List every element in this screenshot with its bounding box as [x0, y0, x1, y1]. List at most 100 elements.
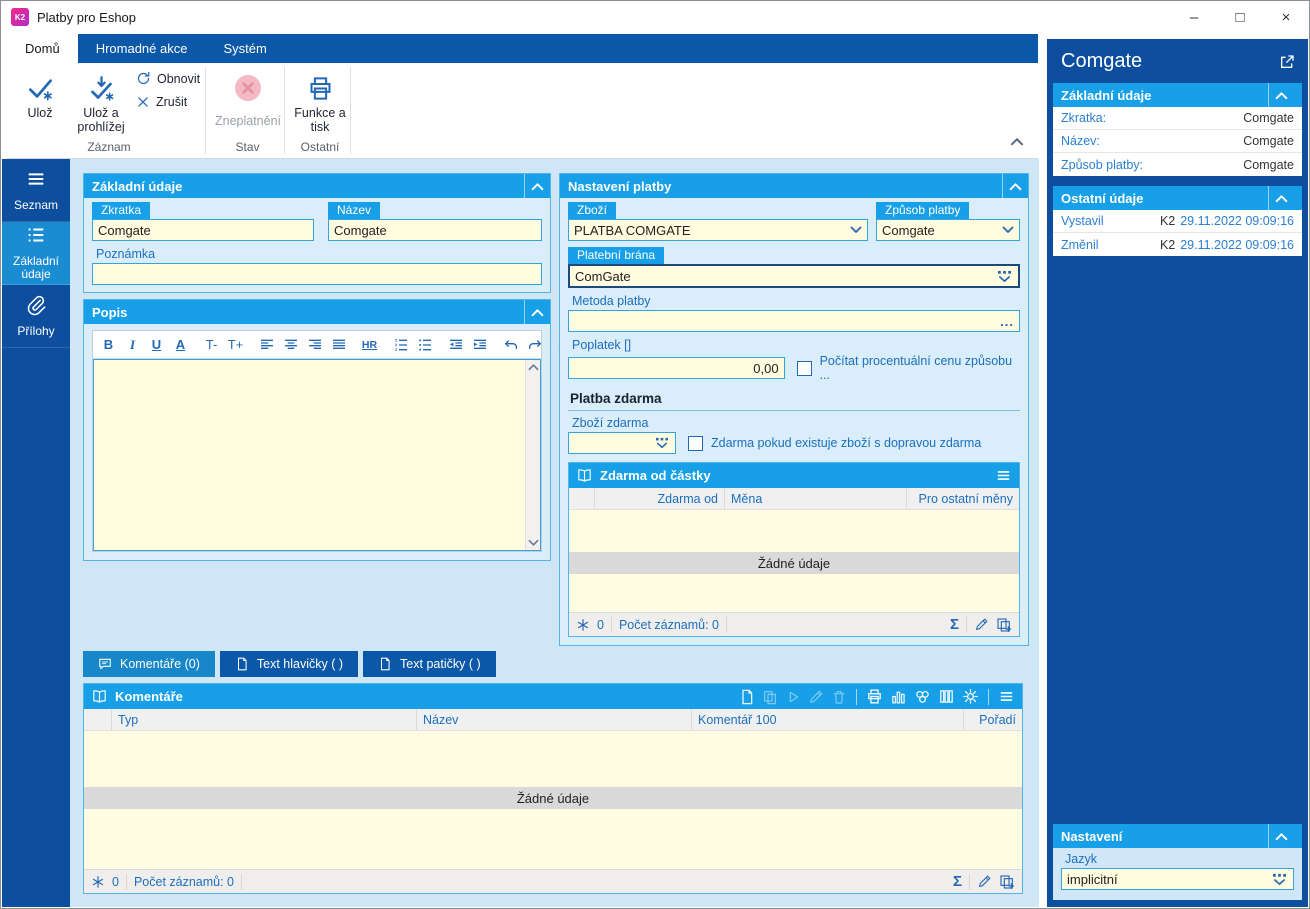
column-header-zdarma-od[interactable]: Zdarma od: [595, 488, 725, 509]
platebni-brana-dropdown[interactable]: ComGate: [568, 264, 1020, 288]
collapse-panel-button[interactable]: [524, 300, 550, 324]
delete-trash-icon[interactable]: [831, 689, 847, 705]
jazyk-dropdown[interactable]: implicitní: [1061, 868, 1294, 890]
unordered-list-icon[interactable]: [413, 334, 436, 356]
redo-icon[interactable]: [523, 334, 546, 356]
columns-icon[interactable]: [938, 688, 955, 705]
checkbox[interactable]: [796, 360, 812, 376]
grid-title: Komentáře: [115, 689, 183, 704]
save-button[interactable]: Ulož: [13, 65, 67, 139]
ordered-list-icon[interactable]: [389, 334, 412, 356]
collapse-section-button[interactable]: [1268, 824, 1294, 848]
checkbox[interactable]: [688, 435, 703, 451]
sum-button[interactable]: Σ: [953, 873, 962, 890]
column-header-poradi[interactable]: Pořadí: [964, 709, 1022, 730]
print-icon[interactable]: [866, 688, 883, 705]
ribbon-tab-domu[interactable]: Domů: [7, 34, 78, 63]
book-icon: [91, 688, 108, 705]
save-and-view-button[interactable]: Ulož a prohlížej: [69, 65, 133, 139]
align-center-icon[interactable]: [279, 334, 302, 356]
percent-price-checkbox-row[interactable]: Počítat procentuální cenu způsobu ...: [796, 354, 1020, 382]
zbozi-zdarma-dropdown[interactable]: [568, 432, 676, 454]
run-icon[interactable]: [785, 689, 801, 705]
ribbon-tab-hromadne-akce[interactable]: Hromadné akce: [78, 34, 206, 63]
chart-icon[interactable]: [890, 688, 907, 705]
edit-pencil-icon[interactable]: [977, 874, 992, 889]
tab-komentare[interactable]: Komentáře (0): [83, 651, 215, 677]
copy-add-icon[interactable]: [996, 617, 1012, 633]
bold-button[interactable]: B: [97, 334, 120, 356]
tab-text-paticky[interactable]: Text patičky ( ): [363, 651, 496, 677]
sidebar-item-seznam[interactable]: Seznam: [2, 159, 70, 222]
refresh-button[interactable]: Obnovit: [136, 71, 200, 86]
description-textarea[interactable]: [93, 359, 541, 551]
grid-menu-icon[interactable]: [998, 688, 1015, 705]
paperclip-icon: [25, 294, 47, 320]
collapse-section-button[interactable]: [1268, 83, 1294, 107]
invalidate-button[interactable]: Zneplatnění: [211, 65, 285, 139]
open-external-icon[interactable]: [1279, 54, 1295, 70]
cancel-button[interactable]: Zrušit: [136, 95, 187, 109]
related-records-icon[interactable]: [914, 688, 931, 705]
column-header-pro-ostatni-meny[interactable]: Pro ostatní měny: [907, 488, 1019, 509]
selector-column-header[interactable]: [84, 709, 112, 730]
collapse-panel-button[interactable]: [524, 174, 550, 198]
column-header-typ[interactable]: Typ: [112, 709, 417, 730]
copy-record-icon[interactable]: [762, 689, 778, 705]
italic-button[interactable]: I: [121, 334, 144, 356]
free-shipping-checkbox-row[interactable]: Zdarma pokud existuje zboží s dopravou z…: [688, 435, 981, 451]
align-right-icon[interactable]: [303, 334, 326, 356]
column-header-komentar[interactable]: Komentář 100: [692, 709, 964, 730]
zpusob-platby-dropdown[interactable]: Comgate: [876, 219, 1020, 241]
metoda-platby-field[interactable]: ...: [568, 310, 1020, 332]
group-label-ostatni: Ostatní: [300, 140, 340, 154]
new-record-icon[interactable]: [739, 689, 755, 705]
grid-body[interactable]: Žádné údaje: [569, 510, 1019, 612]
column-header-nazev[interactable]: Název: [417, 709, 692, 730]
detail-list-icon: [25, 224, 47, 250]
edit-pencil-icon[interactable]: [974, 617, 989, 632]
font-smaller-button[interactable]: T-: [200, 334, 223, 356]
zbozi-dropdown[interactable]: PLATBA COMGATE: [568, 219, 868, 241]
undo-icon[interactable]: [499, 334, 522, 356]
indent-icon[interactable]: [468, 334, 491, 356]
font-color-button[interactable]: A: [169, 334, 192, 356]
tab-text-hlavicky[interactable]: Text hlavičky ( ): [219, 651, 359, 677]
sidebar-item-prilohy[interactable]: Přílohy: [2, 285, 70, 348]
edit-pencil-icon[interactable]: [808, 689, 824, 705]
chevron-down-icon: [1002, 226, 1014, 234]
selector-column-header[interactable]: [569, 488, 595, 509]
poznamka-input[interactable]: [92, 263, 542, 285]
more-options-button[interactable]: ...: [1000, 314, 1014, 329]
align-left-icon[interactable]: [255, 334, 278, 356]
comment-bubble-icon: [98, 657, 112, 671]
app-logo-icon: K2: [11, 8, 29, 26]
collapse-panel-button[interactable]: [1002, 174, 1028, 198]
save-and-view-icon: [88, 70, 115, 106]
vertical-scrollbar[interactable]: [525, 360, 540, 550]
close-button[interactable]: ×: [1263, 1, 1309, 33]
font-larger-button[interactable]: T+: [224, 334, 247, 356]
horizontal-rule-button[interactable]: HR: [358, 334, 381, 356]
copy-add-icon[interactable]: [999, 874, 1015, 890]
settings-gear-icon[interactable]: [962, 688, 979, 705]
grid-menu-icon[interactable]: [995, 467, 1012, 484]
maximize-button[interactable]: □: [1217, 1, 1263, 33]
ribbon-tab-system[interactable]: Systém: [205, 34, 284, 63]
collapse-section-button[interactable]: [1268, 186, 1294, 210]
grid-body[interactable]: Žádné údaje: [84, 731, 1022, 869]
functions-print-button[interactable]: Funkce a tisk: [290, 65, 350, 139]
align-justify-icon[interactable]: [327, 334, 350, 356]
sidebar-item-zakladni-udaje[interactable]: Základní údaje: [2, 222, 70, 285]
nazev-input[interactable]: [328, 219, 542, 241]
outdent-icon[interactable]: [444, 334, 467, 356]
sum-button[interactable]: Σ: [950, 616, 959, 633]
basic-data-panel: Základní údaje Zkratka Název Poznámka: [83, 173, 551, 293]
collapse-ribbon-button[interactable]: [1010, 133, 1024, 151]
underline-button[interactable]: U: [145, 334, 168, 356]
payment-settings-panel: Nastavení platby Zboží PLATBA COMGATE Zp…: [559, 173, 1029, 646]
minimize-button[interactable]: –: [1171, 1, 1217, 33]
zkratka-input[interactable]: [92, 219, 314, 241]
poplatek-input[interactable]: [568, 357, 785, 379]
column-header-mena[interactable]: Měna: [725, 488, 907, 509]
